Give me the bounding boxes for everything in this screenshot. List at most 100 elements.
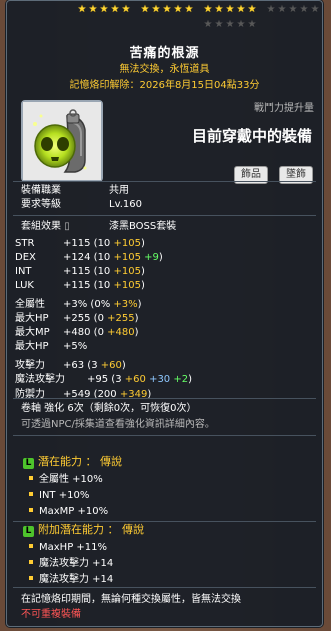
stat-bonus: +60 [100, 360, 122, 371]
seal-notice: 在記憶烙印期間，無論何種交換屬性，皆無法交換 [21, 594, 241, 605]
set-row: 套組效果 ▯ 漆黑BOSS套裝 [21, 220, 176, 233]
stat-base: 0% [94, 299, 111, 310]
stat-row: 魔法攻擊力 +95 (3 +60 +30 +2) [15, 374, 193, 385]
star-icon: ★ [162, 4, 172, 15]
star-icon: ★ [121, 4, 131, 15]
item-tooltip: ★ ★ ★ ★ ★ ★ ★ ★ ★ ★ ★ ★ ★ ★ ★ ★ ★ ★ ★ ★ ★ ★ ★ ★ ★ 苦痛的根源 無法交換，永恆道… [6, 0, 323, 627]
stat-total: +5% [63, 341, 88, 352]
divider [13, 521, 316, 522]
bullet-icon [29, 492, 33, 496]
star-icon: ★ [225, 19, 235, 30]
stat-total: +115 [63, 238, 91, 249]
set-label: 套組效果 ▯ [21, 221, 70, 232]
stat-total: +3% [63, 299, 88, 310]
stat-enhance: +30 [149, 374, 171, 385]
star-icon: ★ [247, 4, 257, 15]
stat-row: DEX +124 (10 +105 +9) [15, 252, 163, 263]
potential-header: L 潛在能力 ： 傳說 [23, 455, 122, 469]
bullet-icon [29, 544, 33, 548]
set-value: 漆黑BOSS套裝 [109, 221, 177, 232]
bullet-icon [29, 560, 33, 564]
seal-release-time: 記憶烙印解除：2026年8月15日04點33分 [69, 80, 260, 91]
potential-line: 全屬性 +10% [29, 473, 103, 486]
star-icon: ★ [214, 4, 224, 15]
stat-base: 10 [97, 252, 111, 263]
star-icon: ★ [151, 4, 161, 15]
divider [13, 181, 316, 182]
stat-bonus: +3% [113, 299, 138, 310]
star-icon: ★ [236, 19, 246, 30]
stat-base: 10 [97, 238, 111, 249]
lock-icon: ▯ [64, 221, 70, 232]
stat-row: 最大HP +5% [15, 340, 87, 354]
stat-name: STR [15, 238, 35, 249]
skull-pendant-icon [23, 102, 101, 180]
star-icon: ★ [173, 4, 183, 15]
stat-name: 攻擊力 [15, 360, 45, 371]
stat-row: 防禦力 +549 (200 +349) [15, 389, 152, 400]
additional-potential-line: 魔法攻擊力 +14 [29, 557, 113, 570]
bullet-icon [29, 476, 33, 480]
star-icon: ★ [288, 4, 298, 15]
job-label: 裝備職業 [21, 185, 61, 196]
job-value: 共用 [109, 185, 129, 196]
stat-name: INT [15, 266, 32, 277]
stat-total: +480 [63, 327, 91, 338]
stat-extra: +2 [173, 374, 189, 385]
stat-row: LUK +115 (10 +105) [15, 280, 145, 291]
star-icon: ★ [266, 4, 276, 15]
divider [13, 435, 316, 436]
stat-name: 全屬性 [15, 299, 45, 310]
stat-total: +115 [63, 266, 91, 277]
stat-name: 最大HP [15, 341, 49, 352]
stat-name: 最大HP [15, 313, 49, 324]
star-icon: ★ [184, 4, 194, 15]
stat-base: 10 [97, 280, 111, 291]
star-icon: ★ [203, 4, 213, 15]
divider [13, 398, 316, 399]
stat-base: 3 [115, 374, 122, 385]
level-label: 要求等級 [21, 199, 61, 210]
item-icon-frame [21, 100, 103, 182]
stat-total: +115 [63, 280, 91, 291]
scroll-line: 卷軸 強化 6次（剩餘0次，可恢復0次） [21, 403, 197, 414]
star-force-row: ★ ★ ★ ★ ★ ★ ★ ★ ★ ★ ★ ★ ★ ★ ★ ★ ★ ★ ★ ★ ★ ★ ★ ★ ★ [77, 4, 320, 30]
star-icon: ★ [203, 19, 213, 30]
stat-bonus: +105 [113, 280, 141, 291]
star-icon: ★ [247, 19, 257, 30]
stat-row: INT +115 (10 +105) [15, 266, 145, 277]
star-icon: ★ [99, 4, 109, 15]
bullet-icon [29, 508, 33, 512]
job-row: 裝備職業 共用 [21, 184, 129, 197]
stat-base: 0 [97, 313, 104, 324]
star-icon: ★ [299, 4, 309, 15]
additional-potential-header: L 附加潛在能力 ： 傳說 [23, 523, 144, 537]
stat-base: 0 [97, 327, 104, 338]
stat-row: STR +115 (10 +105) [15, 238, 145, 249]
star-icon: ★ [140, 4, 150, 15]
stat-bonus: +480 [107, 327, 135, 338]
stat-total: +63 [63, 360, 85, 371]
stat-base: 10 [97, 266, 111, 277]
star-icon: ★ [88, 4, 98, 15]
level-row: 要求等級 Lv.160 [21, 198, 142, 211]
additional-potential-line: MaxHP +11% [29, 541, 107, 554]
legendary-badge-icon: L [23, 526, 34, 537]
potential-line: INT +10% [29, 489, 89, 502]
star-icon: ★ [214, 19, 224, 30]
star-icon: ★ [310, 4, 320, 15]
potential-line: MaxMP +10% [29, 505, 108, 518]
legendary-badge-icon: L [23, 458, 34, 469]
star-icon: ★ [77, 4, 87, 15]
star-icon: ★ [225, 4, 235, 15]
additional-potential-line: 魔法攻擊力 +14 [29, 573, 113, 586]
stat-row: 最大HP +255 (0 +255) [15, 313, 139, 324]
stat-bonus: +105 [113, 252, 141, 263]
additional-potential-title: 附加潛在能力 ： 傳說 [38, 523, 144, 536]
scroll-note: 可透過NPC/採集道查看強化資訊詳細內容。 [21, 419, 215, 430]
potential-title: 潛在能力 ： 傳說 [38, 455, 122, 468]
stat-total: +124 [63, 252, 91, 263]
stat-bonus: +105 [113, 238, 141, 249]
stat-name: 最大MP [15, 327, 50, 338]
bullet-icon [29, 576, 33, 580]
